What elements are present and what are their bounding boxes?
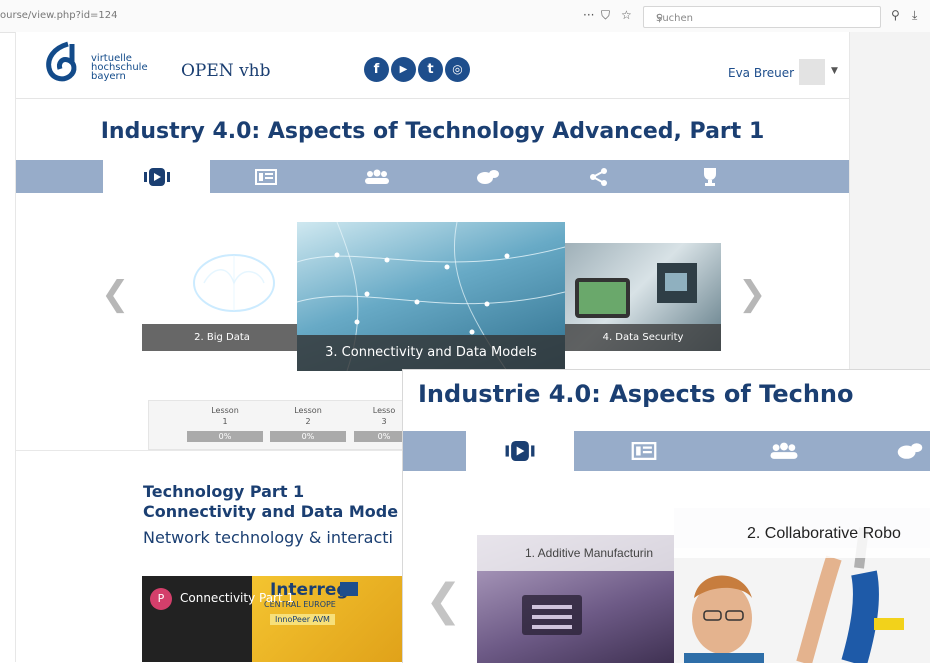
lesson-label: Lesson [211,406,239,415]
carousel-label: 2. Collaborative Robo [747,525,901,542]
lesson-progress: Lesson 1 0% Lesson 2 0% Lesso 3 0% [148,400,420,450]
download-icon[interactable]: ⤓ [912,8,917,23]
lesson-number: 2 [305,417,311,426]
twitter-icon[interactable]: t [418,57,443,82]
tab-achievements[interactable] [654,160,765,193]
tab-forum[interactable] [432,160,543,193]
share-icon [589,167,607,186]
section-header: Technology Part 1 Connectivity and Data … [143,482,398,547]
bookmark-star-icon[interactable]: ☆ [621,8,632,22]
section-subtitle: Connectivity and Data Mode [143,502,399,521]
lesson-item[interactable]: Lesson 1 0% [187,405,263,442]
video-title[interactable]: Connectivity Part 1 [180,591,294,605]
search-placeholder: Suchen [656,13,694,24]
carousel-prev-arrow[interactable]: ❮ [101,274,130,314]
tab-share[interactable] [543,160,654,193]
carousel-label: 2. Big Data [142,324,302,351]
instagram-icon[interactable]: ◎ [445,57,470,82]
section-description: Network technology & interacti [143,528,393,547]
course-title-zoom: Industrie 4.0: Aspects of Techno [418,380,854,408]
site-header: virtuelle hochschule bayern OPEN vhb f ▶… [16,32,849,99]
carousel-card-data-security[interactable]: 4. Data Security [565,243,721,351]
pocket-icon[interactable]: ⛉ [601,8,610,23]
lesson-number: 1 [222,417,228,426]
lesson-progress-bar: 0% [187,431,263,442]
video-player[interactable]: Interreg CENTRAL EUROPE InnoPeer AVM P C… [142,576,402,662]
document-icon [631,442,657,460]
browser-toolbar: ourse/view.php?id=124 ··· ⛉ ☆ ⚲ Suchen ⚲… [0,0,930,33]
tab-materials-zoom[interactable] [574,431,714,471]
section-title: Technology Part 1 [143,482,305,501]
tab-forum-zoom[interactable] [888,431,930,471]
avatar[interactable] [799,59,825,85]
carousel-label-active: 3. Connectivity and Data Models [297,335,565,371]
carousel-card-collab-robots[interactable]: 2. Collaborative Robo [674,508,930,663]
carousel-next-arrow[interactable]: ❯ [738,274,767,314]
project-tag: InnoPeer AVM [270,614,335,625]
carousel-prev-arrow-zoom[interactable]: ❮ [425,575,462,626]
tab-videos[interactable] [103,160,210,193]
page-background [848,32,930,372]
site-name[interactable]: OPEN vhb [181,61,271,81]
tab-materials[interactable] [210,160,321,193]
people-icon [770,442,798,459]
carousel-card-connectivity[interactable]: 3. Connectivity and Data Models [297,222,565,371]
document-icon [254,168,277,185]
carousel-card-additive[interactable]: 1. Additive Manufacturin [477,535,677,663]
vhb-logo-icon[interactable] [38,38,86,86]
people-icon [364,169,389,184]
logo-line: bayern [91,71,126,82]
lesson-label: Lesson [294,406,322,415]
chevron-down-icon[interactable]: ▼ [831,66,838,76]
video-icon [505,441,535,461]
lesson-progress-bar: 0% [270,431,346,442]
carousel-label: 1. Additive Manufacturin [525,546,654,560]
eu-flag-icon [340,582,358,596]
search-input[interactable]: ⚲ Suchen [643,6,881,28]
tab-participants[interactable] [321,160,432,193]
more-icon[interactable]: ··· [583,8,594,22]
lesson-item[interactable]: Lesson 2 0% [270,405,346,442]
facebook-icon[interactable]: f [364,57,389,82]
youtube-icon[interactable]: ▶ [391,57,416,82]
tab-videos-zoom[interactable] [466,431,574,471]
chat-icon [897,443,922,459]
zoom-icon[interactable]: ⚲ [891,8,900,22]
user-name[interactable]: Eva Breuer [728,66,794,80]
logo-text: virtuelle hochschule bayern [91,54,148,82]
course-tabs-zoom [403,431,930,471]
carousel-label: 4. Data Security [565,324,721,351]
course-title: Industry 4.0: Aspects of Technology Adva… [100,119,765,144]
course-page-zoom: Industrie 4.0: Aspects of Techno ❮ 1. Ad… [402,369,930,663]
address-bar[interactable]: ourse/view.php?id=124 [0,10,118,21]
channel-avatar[interactable]: P [150,588,172,610]
video-icon [143,167,170,186]
trophy-icon [703,167,716,186]
course-tabs [16,160,849,193]
tab-participants-zoom[interactable] [714,431,854,471]
carousel-card-big-data[interactable]: 2. Big Data [142,243,302,351]
chat-icon [476,169,499,184]
